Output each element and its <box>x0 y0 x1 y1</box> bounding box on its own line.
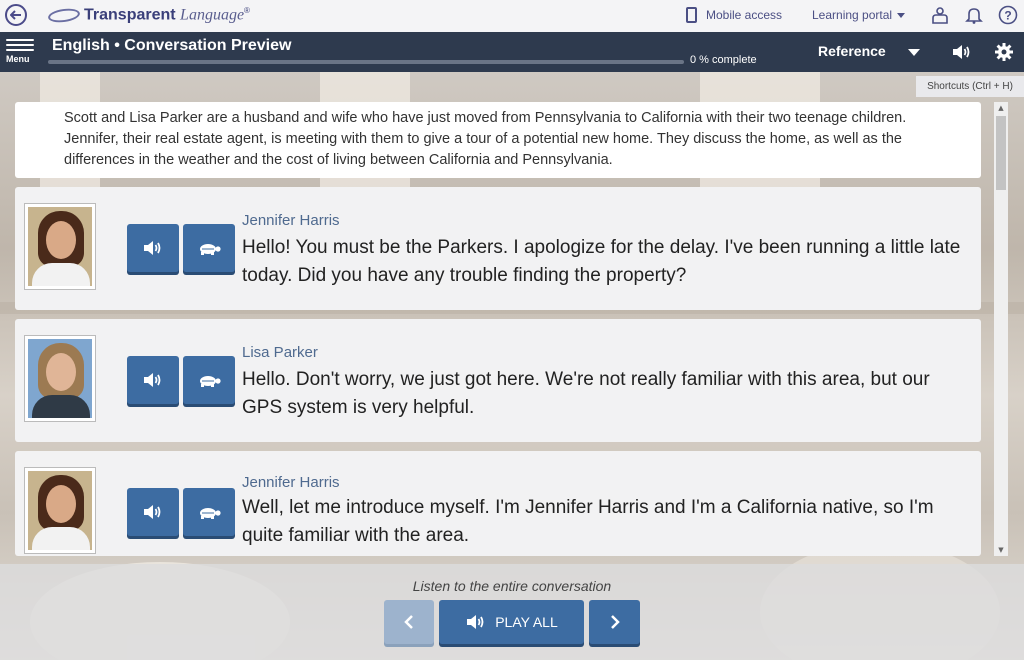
course-header: Menu English • Conversation Preview 0 % … <box>0 32 1024 72</box>
play-audio-button[interactable] <box>127 488 179 536</box>
speaker-icon <box>144 241 161 255</box>
scroll-down-icon[interactable]: ▼ <box>994 544 1008 556</box>
scroll-thumb[interactable] <box>996 116 1006 190</box>
speaker-name: Jennifer Harris <box>242 212 340 229</box>
speaker-icon <box>144 373 161 387</box>
utterance-text: Well, let me introduce myself. I'm Jenni… <box>242 497 934 546</box>
back-arrow-icon[interactable] <box>5 4 27 26</box>
conversation-line: Jennifer Harris Hello! You must be the P… <box>15 187 981 310</box>
play-all-button[interactable]: PLAY ALL <box>439 600 584 644</box>
shortcuts-hint[interactable]: Shortcuts (Ctrl + H) <box>916 76 1024 97</box>
speaker-name: Jennifer Harris <box>242 474 340 491</box>
utterance-text: Hello! You must be the Parkers. I apolog… <box>242 237 961 286</box>
avatar-jennifer <box>24 203 96 290</box>
reference-dropdown[interactable]: Reference <box>818 43 886 59</box>
avatar-jennifer <box>24 467 96 554</box>
conversation-intro: Scott and Lisa Parker are a husband and … <box>15 102 981 178</box>
mobile-access-link[interactable]: Mobile access <box>706 8 782 22</box>
svg-text:?: ? <box>1004 9 1011 23</box>
chevron-left-icon <box>404 615 413 629</box>
page-title: English • Conversation Preview <box>52 37 292 54</box>
top-bar: Transparent Language® Mobile access Lear… <box>0 0 1024 32</box>
mobile-phone-icon[interactable] <box>686 7 697 23</box>
progress-bar <box>48 60 684 64</box>
scroll-up-icon[interactable]: ▲ <box>994 102 1008 114</box>
menu-button[interactable]: Menu <box>6 36 34 64</box>
conversation-line: Lisa Parker Hello. Don't worry, we just … <box>15 319 981 442</box>
play-all-label: PLAY ALL <box>495 614 558 630</box>
conversation-line: Jennifer Harris Well, let me introduce m… <box>15 451 981 556</box>
user-icon[interactable] <box>930 5 950 25</box>
menu-label: Menu <box>6 54 30 64</box>
speaker-icon <box>467 615 484 629</box>
utterance-text: Hello. Don't worry, we just got here. We… <box>242 369 930 418</box>
logo-mark-icon <box>47 6 81 24</box>
logo-text: Transparent Language® <box>84 6 250 24</box>
play-audio-button[interactable] <box>127 356 179 404</box>
reference-caret-icon[interactable] <box>908 49 920 56</box>
turtle-icon <box>200 508 221 519</box>
footer-controls: Listen to the entire conversation PLAY A… <box>0 564 1024 660</box>
play-slow-button[interactable] <box>183 356 235 404</box>
audio-icon[interactable] <box>950 41 972 63</box>
speaker-icon <box>144 505 161 519</box>
learning-portal-link[interactable]: Learning portal <box>812 8 906 22</box>
help-icon[interactable]: ? <box>998 5 1018 25</box>
play-audio-button[interactable] <box>127 224 179 272</box>
previous-button[interactable] <box>384 600 434 644</box>
scrollbar[interactable]: ▲ ▼ <box>994 102 1008 556</box>
settings-icon[interactable] <box>993 41 1015 63</box>
next-button[interactable] <box>589 600 640 644</box>
turtle-icon <box>200 376 221 387</box>
progress-text: 0 % complete <box>690 54 757 66</box>
play-slow-button[interactable] <box>183 224 235 272</box>
transparent-language-logo[interactable]: Transparent Language® <box>47 6 250 24</box>
footer-caption: Listen to the entire conversation <box>412 578 612 594</box>
chevron-down-icon <box>897 13 906 19</box>
chevron-right-icon <box>610 615 620 629</box>
bell-icon[interactable] <box>964 5 984 25</box>
avatar-lisa <box>24 335 96 422</box>
play-slow-button[interactable] <box>183 488 235 536</box>
speaker-name: Lisa Parker <box>242 344 318 361</box>
turtle-icon <box>200 244 221 255</box>
